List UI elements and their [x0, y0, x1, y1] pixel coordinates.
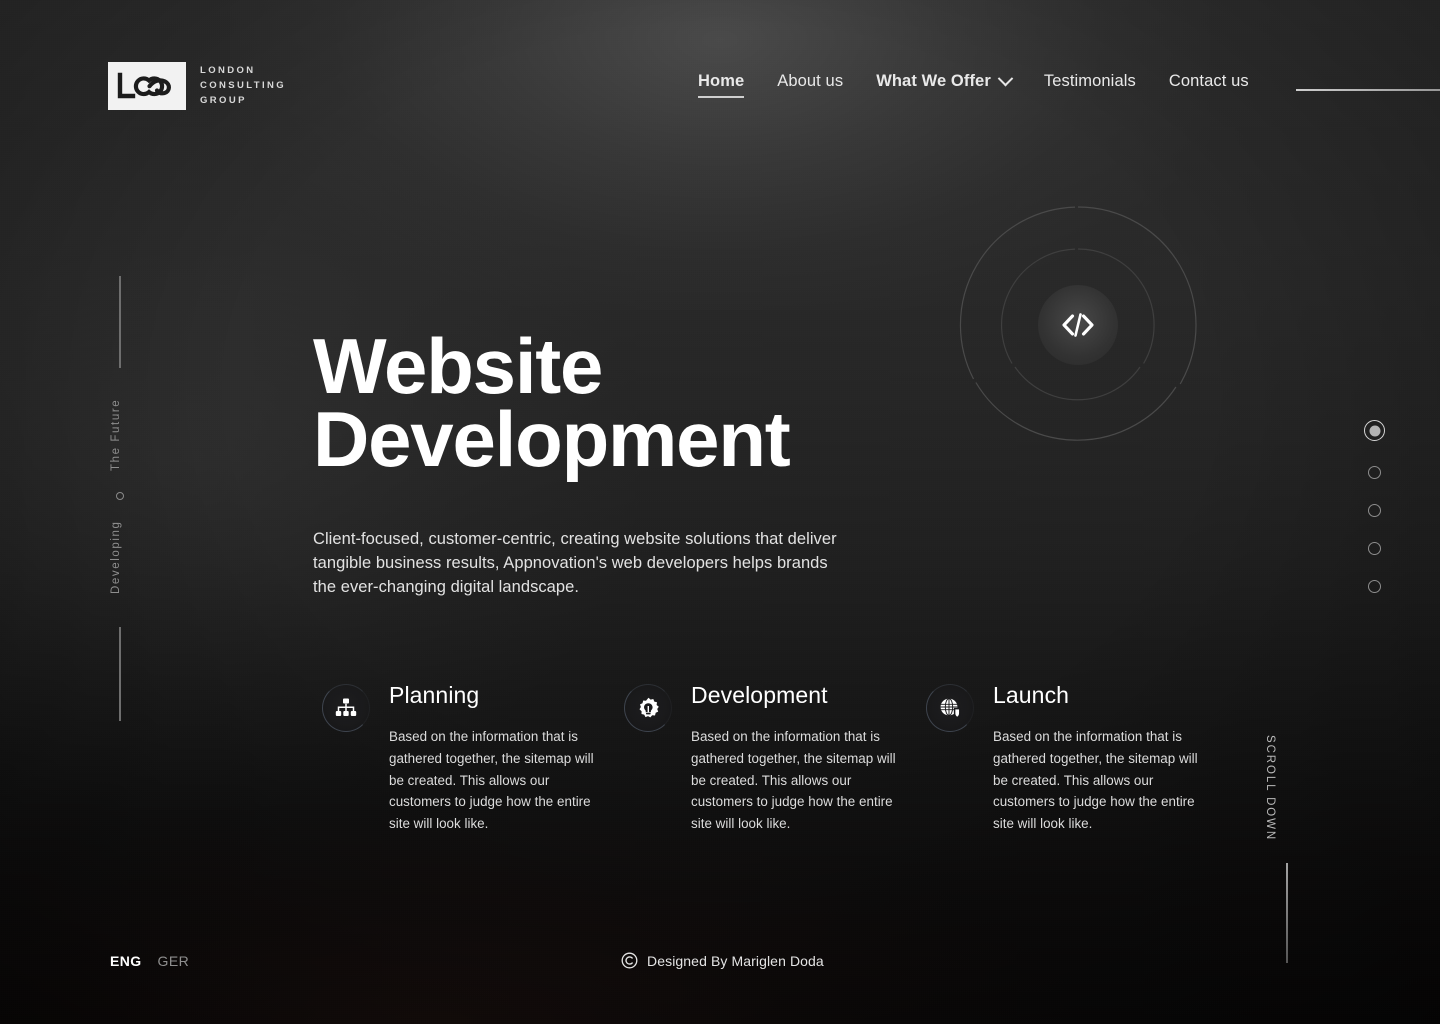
nav-item-what-we-offer[interactable]: What We Offer: [876, 70, 1014, 98]
sitemap-icon: [335, 698, 357, 716]
feature-card-planning-title: Planning: [389, 682, 480, 708]
language-option-ger[interactable]: GER: [158, 953, 190, 969]
hero-subtitle: Client-focused, customer-centric, creati…: [313, 530, 837, 597]
feature-cards: Planning Based on the information that i…: [322, 682, 1229, 835]
slide-dot-5[interactable]: [1368, 580, 1381, 593]
side-rail: The Future Developing: [110, 276, 150, 721]
hero-section: Website Development Client-focused, cust…: [313, 327, 1013, 599]
header-divider-line: [1296, 89, 1440, 91]
nav-item-home[interactable]: Home: [698, 72, 745, 98]
nav-item-contact-us[interactable]: Contact us: [1169, 72, 1249, 98]
feature-card-planning[interactable]: Planning Based on the information that i…: [322, 682, 625, 835]
slide-dot-2[interactable]: [1368, 466, 1381, 479]
logo-line-2: CONSULTING: [200, 80, 287, 92]
main-navigation: Home About us What We Offer Testimonials…: [698, 70, 1249, 98]
logo[interactable]: LONDON CONSULTING GROUP: [108, 62, 286, 110]
gear-bulb-icon-badge: [624, 684, 672, 732]
language-switcher: ENG GER: [110, 953, 189, 969]
code-icon-badge: [1038, 285, 1118, 365]
gear-bulb-icon: [639, 697, 659, 717]
feature-card-launch-text: Based on the information that is gathere…: [993, 729, 1198, 832]
footer-credit-text: Designed By Mariglen Doda: [647, 952, 824, 969]
rail-line-bottom: [119, 627, 121, 721]
page-stage: LONDON CONSULTING GROUP Home About us Wh…: [0, 0, 1440, 1024]
slide-dot-3[interactable]: [1368, 504, 1381, 517]
rail-label-the-future: The Future: [110, 398, 122, 471]
lcg-monogram-icon: [117, 72, 171, 99]
rail-label-developing: Developing: [110, 520, 122, 594]
site-footer: ENG GER Designed By Mariglen Doda: [0, 914, 1440, 1024]
feature-card-launch-title: Launch: [993, 682, 1070, 708]
feature-card-development-body: Development Based on the information tha…: [671, 682, 896, 835]
sitemap-icon-badge: [322, 684, 370, 732]
rail-dot-icon: [115, 492, 124, 500]
slide-dot-1[interactable]: [1364, 420, 1385, 441]
code-icon: [1062, 313, 1094, 337]
feature-card-development[interactable]: Development Based on the information tha…: [624, 682, 927, 835]
nav-item-what-we-offer-label: What We Offer: [876, 72, 991, 90]
slide-dot-4[interactable]: [1368, 542, 1381, 555]
logo-wordmark: LONDON CONSULTING GROUP: [200, 65, 286, 107]
nav-item-testimonials[interactable]: Testimonials: [1044, 72, 1136, 98]
feature-card-development-title: Development: [691, 682, 828, 708]
site-header: LONDON CONSULTING GROUP Home About us Wh…: [0, 0, 1440, 175]
rail-line-top: [119, 276, 121, 368]
feature-card-development-text: Based on the information that is gathere…: [691, 729, 896, 832]
feature-card-planning-text: Based on the information that is gathere…: [389, 729, 594, 832]
page-title: Website Development: [313, 327, 1013, 483]
hero-title-line-2: Development: [313, 394, 791, 483]
language-option-eng[interactable]: ENG: [110, 953, 142, 969]
globe-shield-icon: [940, 697, 961, 718]
logo-line-1: LONDON: [200, 65, 256, 77]
copyright-icon: [621, 952, 638, 969]
chevron-down-icon: [997, 70, 1014, 87]
footer-credit: Designed By Mariglen Doda: [621, 952, 824, 969]
nav-item-about-us[interactable]: About us: [777, 72, 843, 98]
slide-dot-navigation: [1364, 420, 1385, 593]
globe-shield-icon-badge: [926, 684, 974, 732]
logo-line-3: GROUP: [200, 94, 247, 106]
feature-card-launch-body: Launch Based on the information that is …: [973, 682, 1198, 835]
logo-mark-icon: [108, 62, 186, 110]
feature-card-planning-body: Planning Based on the information that i…: [369, 682, 594, 835]
scroll-down-label: SCROLL DOWN: [1264, 735, 1276, 842]
feature-card-launch[interactable]: Launch Based on the information that is …: [926, 682, 1229, 835]
